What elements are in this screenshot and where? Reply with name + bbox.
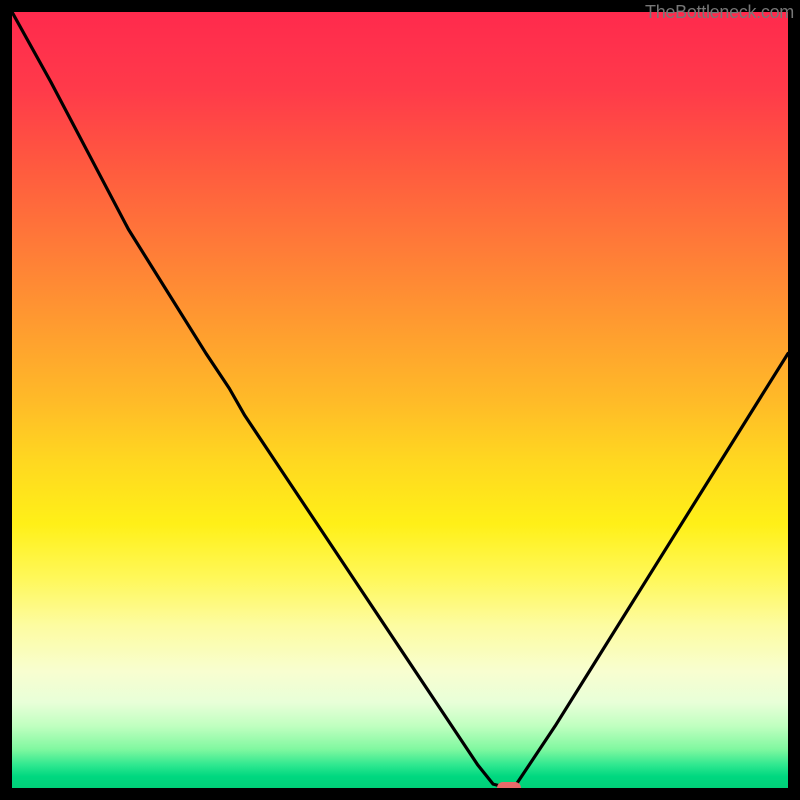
plot-area bbox=[12, 12, 788, 788]
curve-layer bbox=[12, 12, 788, 788]
bottleneck-curve bbox=[12, 12, 788, 788]
optimal-marker bbox=[497, 782, 521, 788]
bottleneck-chart: TheBottleneck.com bbox=[0, 0, 800, 800]
attribution-label: TheBottleneck.com bbox=[645, 2, 794, 23]
